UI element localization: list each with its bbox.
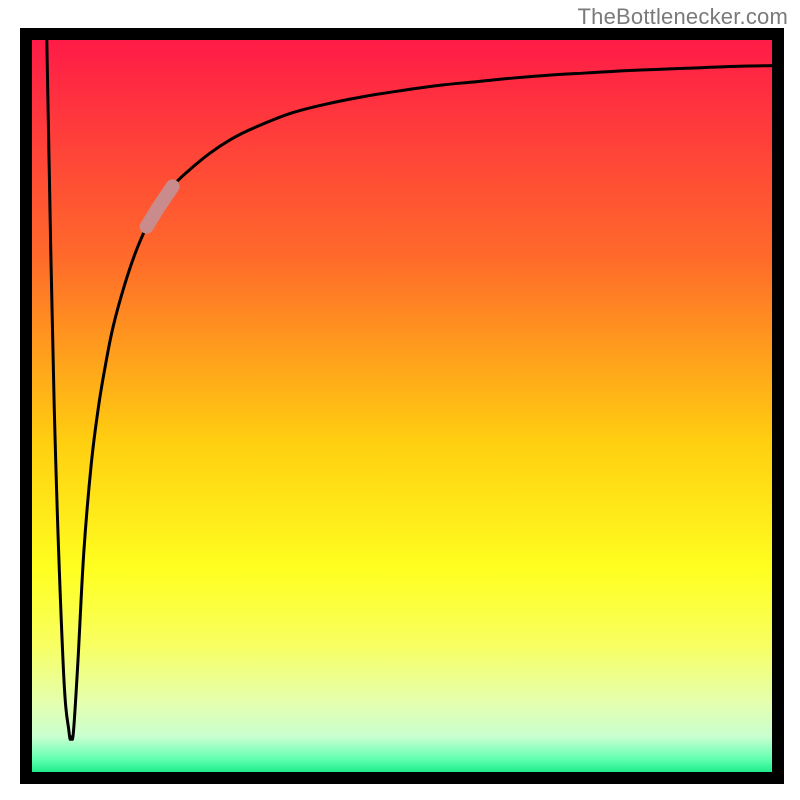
chart-frame: TheBottlenecker.com [0, 0, 800, 800]
plot-background [26, 34, 778, 778]
bottleneck-chart [0, 0, 800, 800]
